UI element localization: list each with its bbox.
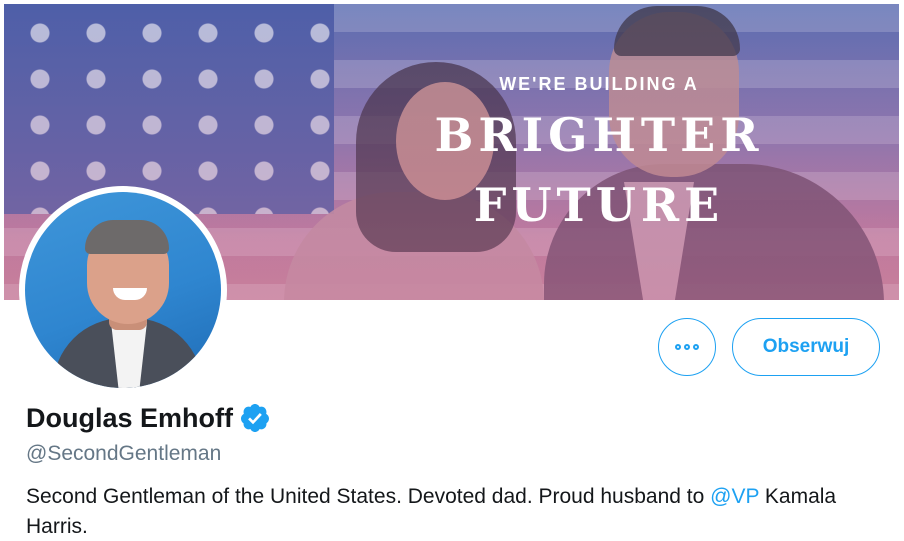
follow-button[interactable]: Obserwuj [732,318,880,376]
avatar[interactable] [19,186,227,394]
more-options-button[interactable] [658,318,716,376]
banner-headline-line1: BRIGHTER [434,108,764,162]
bio-text: Second Gentleman of the United States. D… [26,485,711,508]
verified-badge-icon [240,404,269,432]
name-row: Douglas Emhoff [26,402,271,434]
more-horizontal-icon [675,344,681,350]
profile-card: WE'RE BUILDING A BRIGHTER FUTURE Obserwu… [4,4,899,537]
avatar-photo [25,192,221,388]
display-name: Douglas Emhoff [26,402,233,433]
banner-headline-line2: FUTURE [473,178,725,232]
bio: Second Gentleman of the United States. D… [26,482,886,537]
banner-kicker-text: WE'RE BUILDING A [499,74,699,94]
mention-link-vp[interactable]: @VP [710,485,759,508]
handle: @SecondGentleman [26,442,222,465]
